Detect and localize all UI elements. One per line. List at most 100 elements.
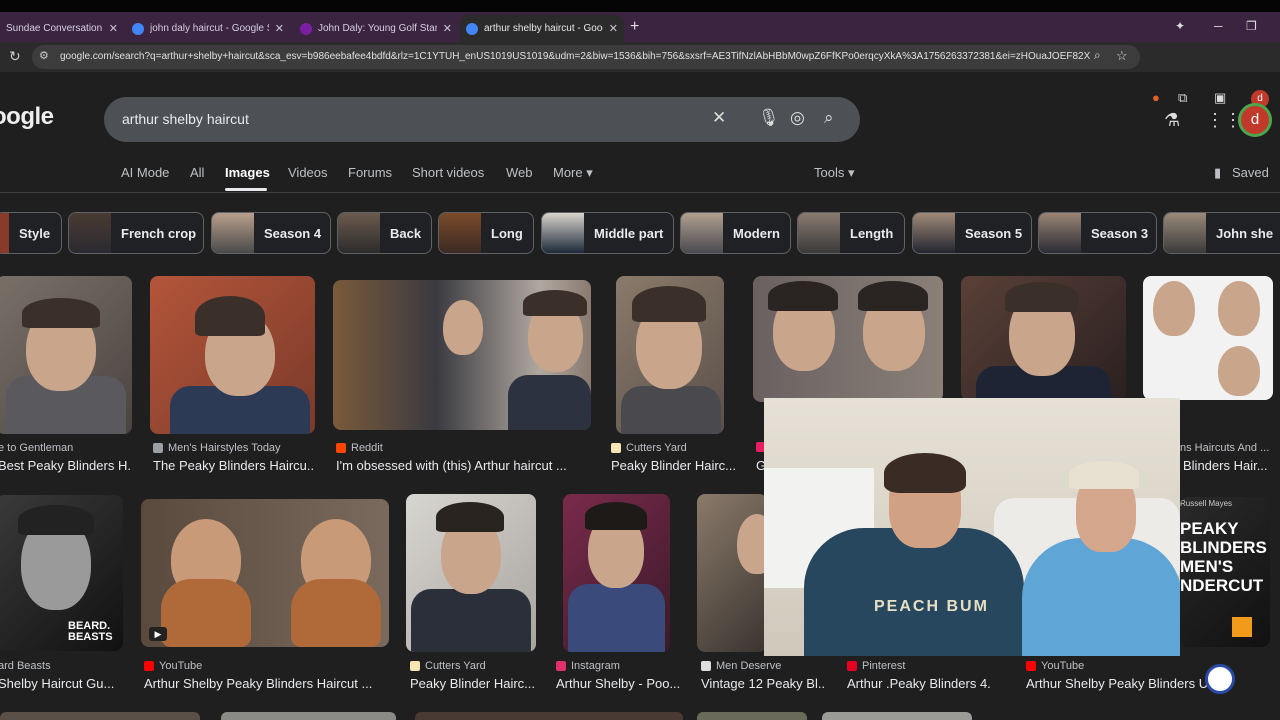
result-caption[interactable]: Shelby Haircut Gu... [0,676,122,691]
image-result[interactable] [753,276,943,402]
maximize-icon[interactable]: ❐ [1246,19,1257,33]
chip-style[interactable]: Style [0,212,62,254]
puzzle-icon[interactable]: ⧉ [1178,90,1187,106]
result-caption[interactable]: Arthur Shelby Peaky Blinders Haircut ... [144,676,384,691]
extension-sparkle-icon[interactable]: ✦ [1175,19,1185,33]
image-result[interactable] [406,494,536,652]
result-source[interactable]: Reddit [336,442,383,454]
image-result[interactable] [150,276,315,434]
sidepanel-icon[interactable]: ▣ [1214,90,1226,106]
result-source[interactable]: ns Haircuts And ... [1180,442,1269,454]
google-favicon-icon [466,22,478,35]
search-input[interactable]: arthur shelby haircut [122,111,249,127]
image-result[interactable] [0,276,132,434]
account-avatar[interactable]: d [1238,103,1272,137]
close-icon[interactable]: ✕ [109,22,118,35]
new-tab-icon[interactable]: + [630,18,639,36]
extension-icon[interactable]: ● [1152,90,1160,105]
tab-all[interactable]: All [190,165,204,180]
address-bar-row: ↻ ⚙ google.com/search?q=arthur+shelby+ha… [0,42,1280,108]
chip-john-shelby[interactable]: John she [1163,212,1280,254]
chip-season-4[interactable]: Season 4 [211,212,331,254]
chip-back[interactable]: Back [337,212,432,254]
image-result[interactable] [221,712,396,720]
result-source[interactable]: ard Beasts [0,660,51,672]
browser-tab[interactable]: Sundae Conversation - Yo ✕ [0,15,124,42]
result-caption[interactable]: I'm obsessed with (this) Arthur haircut … [336,458,596,473]
chip-season-5[interactable]: Season 5 [912,212,1032,254]
chip-season-3[interactable]: Season 3 [1038,212,1157,254]
result-source[interactable]: Instagram [556,660,620,672]
result-caption[interactable]: Arthur .Peaky Blinders 4. [847,676,997,691]
url-field[interactable]: ⚙ google.com/search?q=arthur+shelby+hair… [32,45,1140,69]
result-source[interactable]: e to Gentleman [0,442,73,454]
bookmark-icon[interactable]: ▮ [1214,165,1221,181]
result-source[interactable]: YouTube [144,660,202,672]
image-result[interactable] [333,280,591,430]
tab-web[interactable]: Web [506,165,533,180]
result-caption[interactable]: The Peaky Blinders Haircu... [153,458,313,473]
minimize-icon[interactable]: ─ [1214,19,1223,33]
result-caption[interactable]: Vintage 12 Peaky Bl... [701,676,826,691]
search-icon[interactable]: ⌕ [824,108,834,128]
result-source[interactable]: Pinterest [847,660,905,672]
chip-long[interactable]: Long [438,212,534,254]
bookmark-star-icon[interactable]: ☆ [1116,48,1128,64]
close-icon[interactable]: ✕ [443,22,452,35]
image-result[interactable] [697,494,767,652]
image-result[interactable] [0,712,200,720]
image-result[interactable]: BEARD. BEASTS [0,495,123,651]
image-result[interactable] [1143,276,1273,400]
reload-icon[interactable]: ↻ [9,48,21,65]
image-result[interactable] [961,276,1126,400]
image-result[interactable] [616,276,724,434]
tab-forums[interactable]: Forums [348,165,392,180]
result-source[interactable]: Cutters Yard [410,660,486,672]
labs-flask-icon[interactable]: ⚗ [1164,110,1180,131]
image-result[interactable] [822,712,972,720]
saved-link[interactable]: Saved [1232,165,1269,180]
youtube-icon [144,661,154,671]
result-source[interactable]: Men Deserve [701,660,781,672]
image-result[interactable] [697,712,807,720]
result-source[interactable]: Cutters Yard [611,442,687,454]
result-caption[interactable]: Blinders Hair... [1183,458,1280,473]
overlay-text: Russell Mayes [1180,499,1233,508]
search-page-icon[interactable]: ⌕ [1094,48,1101,63]
search-box[interactable]: arthur shelby haircut ✕ 🎙 ◎ ⌕ [104,97,860,142]
chip-modern[interactable]: Modern [680,212,791,254]
image-result[interactable] [415,712,683,720]
lens-icon[interactable]: ◎ [790,108,805,128]
chip-length[interactable]: Length [797,212,905,254]
result-caption[interactable]: Peaky Blinder Hairc... [410,676,535,691]
chip-middle-part[interactable]: Middle part [541,212,674,254]
instagram-icon [556,661,566,671]
image-result[interactable] [563,494,670,652]
browser-tab[interactable]: john daly haircut - Google Sear ✕ [126,15,290,42]
google-logo[interactable]: oogle [0,103,54,131]
close-icon[interactable]: ✕ [275,22,284,35]
image-result[interactable]: ▶ [141,499,389,647]
tab-videos[interactable]: Videos [288,165,328,180]
tools-button[interactable]: Tools ▾ [814,165,855,181]
site-info-icon[interactable]: ⚙ [39,49,49,62]
result-caption[interactable]: Arthur Shelby - Poo... [556,676,681,691]
browser-tab[interactable]: John Daly: Young Golf Star to S ✕ [294,15,458,42]
tab-more[interactable]: More ▾ [553,165,593,181]
microphone-icon[interactable]: 🎙 [758,108,780,128]
chip-label: John she [1216,225,1274,241]
image-result[interactable]: Russell Mayes PEAKY BLINDERS MEN'S NDERC… [1180,497,1270,647]
top-strip [0,0,1280,12]
clear-icon[interactable]: ✕ [712,108,726,128]
close-icon[interactable]: ✕ [609,22,618,35]
result-caption[interactable]: Peaky Blinder Hairc... [611,458,751,473]
tab-images[interactable]: Images [225,165,270,180]
result-caption[interactable]: Best Peaky Blinders H... [0,458,130,473]
apps-grid-icon[interactable]: ⋮⋮ [1206,110,1242,131]
chip-french-crop[interactable]: French crop [68,212,204,254]
result-source[interactable]: Men's Hairstyles Today [153,442,281,454]
tab-ai-mode[interactable]: AI Mode [121,165,169,180]
tab-short-videos[interactable]: Short videos [412,165,484,180]
result-source[interactable]: YouTube [1026,660,1084,672]
browser-tab-active[interactable]: arthur shelby haircut - Google ✕ [460,15,624,42]
